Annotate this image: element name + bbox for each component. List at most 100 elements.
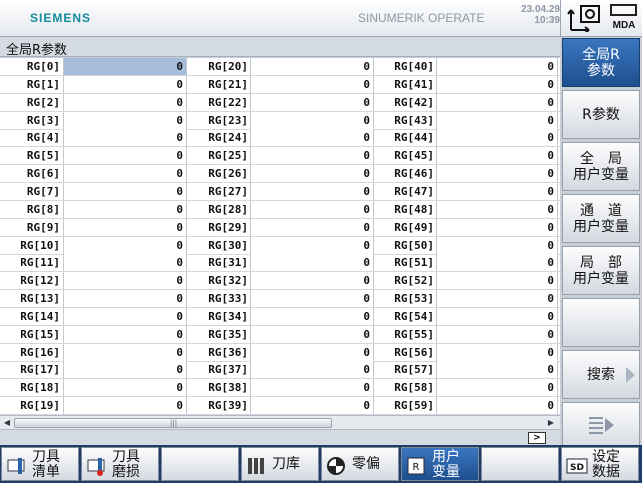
parameter-value-field[interactable]: 0 (250, 58, 374, 75)
softkey-channel-user-vars[interactable]: 通 道用户变量 (562, 194, 640, 243)
parameter-value-field[interactable]: 0 (63, 200, 187, 218)
parameter-value-field[interactable]: 0 (63, 361, 187, 379)
softkey-global-user-vars[interactable]: 全 局用户变量 (562, 142, 640, 191)
parameter-value-field[interactable]: 0 (436, 147, 558, 165)
parameter-value-field[interactable]: 0 (436, 236, 558, 254)
table-row: RG[9] 0 RG[29] 0 RG[49] 0 (0, 218, 560, 237)
parameter-value-field[interactable]: 0 (63, 129, 187, 147)
parameter-value-field[interactable]: 0 (436, 93, 558, 111)
softkey-work-offset[interactable]: 零偏 (321, 447, 399, 481)
parameter-value-field[interactable]: 0 (436, 307, 558, 325)
parameter-value-field[interactable]: 0 (63, 93, 187, 111)
parameter-value-field[interactable]: 0 (250, 129, 374, 147)
parameter-value-field[interactable]: 0 (436, 182, 558, 200)
parameter-value-field[interactable]: 0 (436, 165, 558, 183)
parameter-value-field[interactable]: 0 (63, 272, 187, 290)
parameter-value-field[interactable]: 0 (63, 254, 187, 272)
horizontal-scrollbar[interactable]: ◀ ||| ▶ (0, 415, 560, 429)
parameter-value-field[interactable]: 0 (63, 218, 187, 236)
parameter-value-field[interactable]: 0 (436, 75, 558, 93)
product-name: SINUMERIK OPERATE (358, 11, 485, 25)
operating-mode: MDA (560, 0, 642, 37)
softkey-r-params[interactable]: R参数 (562, 90, 640, 139)
arrow-right-icon (626, 367, 635, 383)
softkey-label: 用户变量 (573, 166, 629, 183)
parameter-value-field[interactable]: 0 (250, 236, 374, 254)
parameter-name: RG[2] (26, 95, 60, 109)
parameter-value-field[interactable]: 0 (63, 325, 187, 343)
softkey-empty[interactable] (562, 298, 640, 347)
softkey-empty-h2[interactable] (481, 447, 559, 481)
softkey-empty-h[interactable] (161, 447, 239, 481)
parameter-value-field[interactable]: 0 (250, 165, 374, 183)
parameter-value-field[interactable]: 0 (250, 93, 374, 111)
parameter-value-field[interactable]: 0 (436, 129, 558, 147)
parameter-value-field[interactable]: 0 (63, 147, 187, 165)
parameter-value-field[interactable]: 0 (250, 254, 374, 272)
parameter-value-field[interactable]: 0 (63, 75, 187, 93)
parameter-value-field[interactable]: 0 (250, 325, 374, 343)
softkey-setting-data[interactable]: SD 设定 数据 (561, 447, 639, 481)
parameter-value-field[interactable]: 0 (63, 165, 187, 183)
parameter-name: RG[6] (26, 167, 60, 181)
softkey-tool-wear[interactable]: 刀具 磨损 (81, 447, 159, 481)
parameter-value-field[interactable]: 0 (436, 254, 558, 272)
parameter-value-field[interactable]: 0 (436, 200, 558, 218)
parameter-value-field[interactable]: 0 (250, 343, 374, 361)
parameter-value-field[interactable]: 0 (436, 361, 558, 379)
parameter-value-field[interactable]: 0 (436, 343, 558, 361)
parameter-value-field[interactable]: 0 (250, 75, 374, 93)
parameter-value-field[interactable]: 0 (63, 290, 187, 308)
parameter-value-field[interactable]: 0 (436, 272, 558, 290)
parameter-value-field[interactable]: 0 (250, 182, 374, 200)
softkey-more[interactable] (562, 402, 640, 451)
parameter-value-field[interactable]: 0 (63, 343, 187, 361)
softkey-search[interactable]: 搜索 (562, 350, 640, 399)
softkey-local-user-vars[interactable]: 局 部用户变量 (562, 246, 640, 295)
parameter-value-field[interactable]: 0 (250, 147, 374, 165)
parameter-name: RG[3] (26, 113, 60, 127)
parameter-value-field[interactable]: 0 (63, 236, 187, 254)
parameter-value-field[interactable]: 0 (436, 58, 558, 75)
parameter-name: RG[52] (394, 274, 434, 288)
parameter-value-field[interactable]: 0 (436, 290, 558, 308)
scroll-right-icon[interactable]: ▶ (545, 417, 557, 428)
parameter-value-field[interactable]: 0 (250, 361, 374, 379)
parameter-value-field[interactable]: 0 (63, 307, 187, 325)
softkey-user-variables[interactable]: R 用户 变量 (401, 447, 479, 481)
parameter-value-field[interactable]: 0 (250, 379, 374, 397)
parameter-name: RG[23] (208, 113, 248, 127)
parameter-name: RG[59] (394, 399, 434, 413)
parameter-value-field[interactable]: 0 (436, 325, 558, 343)
parameter-value-field[interactable]: 0 (63, 379, 187, 397)
parameter-value-field[interactable]: 0 (436, 397, 558, 415)
parameter-name: RG[45] (394, 149, 434, 163)
next-page-button[interactable]: > (528, 432, 546, 444)
parameter-name: RG[35] (208, 327, 248, 341)
parameter-name: RG[19] (20, 399, 60, 413)
parameter-value-field[interactable]: 0 (63, 111, 187, 129)
parameter-value-field[interactable]: 0 (250, 272, 374, 290)
parameter-value-field[interactable]: 0 (63, 58, 187, 75)
parameter-value-field[interactable]: 0 (63, 397, 187, 415)
parameter-value-field[interactable]: 0 (436, 379, 558, 397)
softkey-tool-list[interactable]: 刀具 清单 (1, 447, 79, 481)
parameter-name: RG[22] (208, 95, 248, 109)
parameter-value-field[interactable]: 0 (250, 200, 374, 218)
parameter-value-field[interactable]: 0 (250, 218, 374, 236)
parameter-value-field[interactable]: 0 (250, 307, 374, 325)
parameter-name: RG[11] (20, 256, 60, 270)
scrollbar-thumb[interactable]: ||| (14, 418, 332, 428)
parameter-value-field[interactable]: 0 (250, 111, 374, 129)
softkey-magazine[interactable]: 刀库 (241, 447, 319, 481)
parameter-value-field[interactable]: 0 (436, 218, 558, 236)
parameter-value-field[interactable]: 0 (63, 182, 187, 200)
parameter-value-field[interactable]: 0 (250, 397, 374, 415)
scroll-left-icon[interactable]: ◀ (1, 417, 13, 428)
softkey-global-r-params[interactable]: 全局R 参数 (562, 38, 640, 87)
parameter-value-field[interactable]: 0 (436, 111, 558, 129)
table-row: RG[19] 0 RG[39] 0 RG[59] 0 (0, 397, 560, 415)
parameter-value-field[interactable]: 0 (250, 290, 374, 308)
reference-point-icon (567, 5, 600, 32)
date-text: 23.04.29 (521, 4, 560, 15)
